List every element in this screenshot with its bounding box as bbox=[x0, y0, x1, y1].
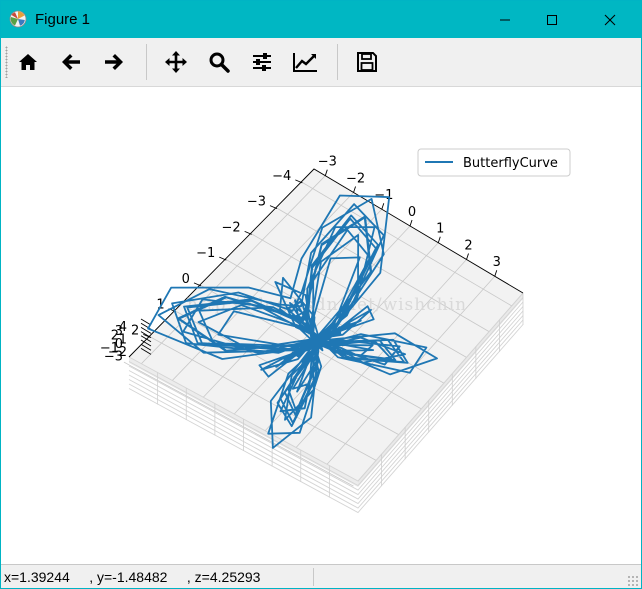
x-tick-label: −1 bbox=[196, 246, 215, 261]
home-icon bbox=[19, 54, 37, 70]
y-tick-label: −2 bbox=[346, 171, 365, 186]
y-tick-label: 3 bbox=[493, 255, 501, 270]
maximize-button[interactable] bbox=[529, 1, 575, 38]
forward-button[interactable] bbox=[97, 46, 131, 78]
legend: ButterflyCurve bbox=[417, 148, 571, 177]
y-tick-mark bbox=[353, 186, 356, 193]
zoom-icon bbox=[209, 52, 230, 73]
coordinate-readout: x=1.39244 , y=-1.48482 , z=4.25293 bbox=[4, 569, 261, 585]
window-title: Figure 1 bbox=[35, 11, 91, 28]
3d-plot[interactable]: −4−3−2−1012−3−2−10123432 10−1−2−3 http://… bbox=[1, 87, 641, 563]
y-tick-mark bbox=[494, 270, 498, 277]
home-button[interactable] bbox=[11, 46, 45, 78]
y-tick-mark bbox=[466, 253, 469, 260]
save-icon bbox=[357, 52, 377, 72]
zoom-button[interactable] bbox=[202, 46, 236, 78]
x-tick-label: −4 bbox=[272, 169, 291, 184]
x-tick-label: 0 bbox=[182, 272, 190, 287]
status-separator bbox=[313, 568, 314, 586]
y-tick-label: −1 bbox=[374, 188, 393, 203]
toolbar-grip[interactable] bbox=[5, 46, 8, 78]
y-tick-mark bbox=[324, 169, 328, 176]
resize-grip[interactable] bbox=[627, 575, 639, 587]
figure-canvas[interactable]: −4 −3 −2 −1 0 1 2 −3 −2 −1 0 1 2 3 4 3 2 1 0 −1 −2 −3 http://… bbox=[1, 87, 641, 563]
save-button[interactable] bbox=[350, 46, 384, 78]
minimize-icon bbox=[500, 19, 510, 20]
y-tick-label: 1 bbox=[436, 222, 444, 237]
figure-window: Figure 1 −4 −3 −2 −1 0 1 2 −3 −2 −1 0 1 … bbox=[0, 0, 642, 589]
y-tick-label: 0 bbox=[408, 205, 416, 220]
y-tick-label: 2 bbox=[464, 238, 472, 253]
arrow-left-icon bbox=[62, 54, 80, 70]
x-tick-label: −3 bbox=[247, 195, 266, 210]
arrow-right-icon bbox=[105, 54, 123, 70]
x-tick-label: −2 bbox=[221, 220, 240, 235]
y-tick-mark bbox=[409, 219, 413, 227]
status-bar: x=1.39244 , y=-1.48482 , z=4.25293 bbox=[1, 564, 641, 588]
x-tick-label: 2 bbox=[131, 323, 139, 338]
y-tick-mark bbox=[381, 203, 385, 210]
sliders-icon bbox=[253, 53, 271, 71]
toolbar-separator bbox=[337, 44, 338, 80]
maximize-icon bbox=[547, 14, 557, 25]
legend-label: ButterflyCurve bbox=[463, 156, 558, 171]
title-bar[interactable]: Figure 1 bbox=[1, 1, 641, 38]
close-button[interactable] bbox=[587, 1, 633, 38]
subplots-button[interactable] bbox=[245, 46, 279, 78]
y-tick-label: −3 bbox=[318, 155, 337, 170]
close-icon bbox=[604, 14, 616, 25]
z-tick-label: −3 bbox=[104, 349, 123, 364]
edit-axis-button[interactable] bbox=[288, 46, 322, 78]
minimize-button[interactable] bbox=[482, 1, 528, 38]
navigation-toolbar bbox=[1, 38, 641, 87]
toolbar-separator bbox=[146, 44, 147, 80]
pan-button[interactable] bbox=[159, 46, 193, 78]
back-button[interactable] bbox=[54, 46, 88, 78]
y-tick-mark bbox=[437, 236, 441, 243]
matplotlib-logo-icon bbox=[9, 10, 27, 28]
edit-axis-icon bbox=[293, 53, 317, 72]
move-icon bbox=[165, 51, 187, 73]
